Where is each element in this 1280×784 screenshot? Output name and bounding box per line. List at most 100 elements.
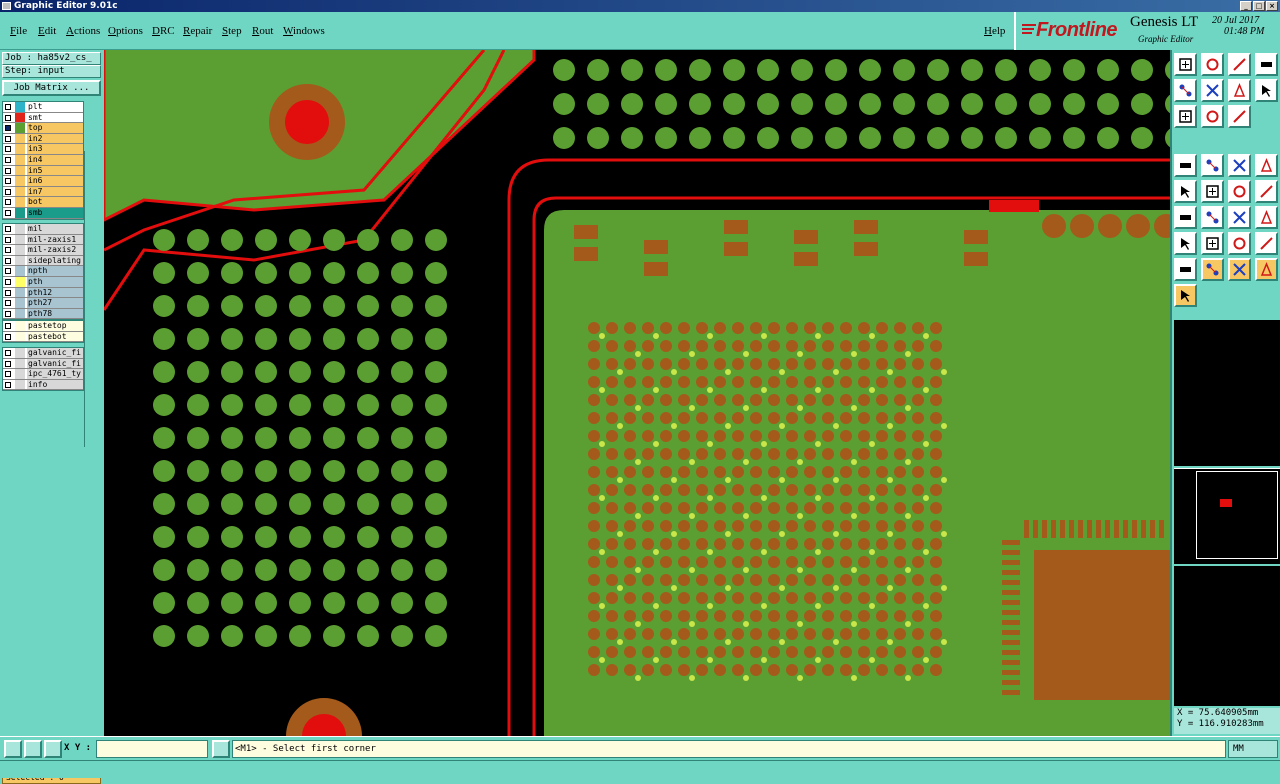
menu-step[interactable]: Step <box>222 25 242 37</box>
grid-icon[interactable] <box>1228 105 1251 128</box>
layer-row-galvanic_fi[interactable]: galvanic_fi <box>3 348 83 359</box>
pause-icon[interactable] <box>212 740 230 758</box>
layer-checkbox[interactable] <box>5 188 11 195</box>
layer-row-galvanic_fi[interactable]: galvanic_fi <box>3 358 83 370</box>
sel-icon[interactable] <box>1201 232 1224 255</box>
maximize-button[interactable]: □ <box>1253 1 1265 11</box>
menu-drc[interactable]: DRC <box>152 25 175 37</box>
multi-icon[interactable] <box>1174 284 1197 307</box>
zoom-out-icon[interactable] <box>1201 53 1224 76</box>
layer-checkbox[interactable] <box>5 146 11 153</box>
arrow-sel-icon[interactable] <box>1228 258 1251 281</box>
layer-row-in4[interactable]: in4 <box>3 154 83 166</box>
layer-row-smt[interactable]: smt <box>3 112 83 124</box>
query-icon[interactable] <box>1174 105 1197 128</box>
layer-checkbox[interactable] <box>5 156 11 163</box>
menu-windows[interactable]: Windows <box>283 25 325 37</box>
pad-icon[interactable] <box>1255 154 1278 177</box>
layer-checkbox[interactable] <box>5 289 11 296</box>
layer-checkbox[interactable] <box>5 104 11 110</box>
layer-checkbox[interactable] <box>5 199 11 206</box>
layer-checkbox[interactable] <box>5 114 11 121</box>
close-button[interactable]: × <box>1266 1 1278 11</box>
layer-row-in6[interactable]: in6 <box>3 176 83 187</box>
layer-checkbox[interactable] <box>5 135 11 142</box>
hand-icon[interactable] <box>1255 258 1278 281</box>
tri3-icon[interactable] <box>1174 258 1197 281</box>
arrow-icon[interactable] <box>1201 258 1224 281</box>
measure-icon[interactable] <box>1201 105 1224 128</box>
add-icon[interactable] <box>1255 180 1278 203</box>
rotate-icon[interactable] <box>1228 206 1251 229</box>
menu-repair[interactable]: Repair <box>183 25 212 37</box>
overview-map[interactable] <box>1174 468 1280 564</box>
fit-icon[interactable] <box>1228 79 1251 102</box>
connect-icon[interactable] <box>1174 180 1197 203</box>
layer-checkbox[interactable] <box>5 300 11 307</box>
menu-actions[interactable]: Actions <box>66 25 100 37</box>
menu-file[interactable]: File <box>10 25 27 37</box>
pan-right-icon[interactable] <box>1174 79 1197 102</box>
layer-row-smb[interactable]: smb <box>3 207 83 219</box>
layer-row-in2[interactable]: in2 <box>3 133 83 145</box>
layer-checkbox[interactable] <box>5 236 11 243</box>
layer-checkbox[interactable] <box>5 167 11 174</box>
layer-row-info[interactable]: info <box>3 379 83 391</box>
layer-checkbox[interactable] <box>5 226 11 232</box>
tri-icon[interactable] <box>1228 232 1251 255</box>
layer-checkbox[interactable] <box>5 268 11 275</box>
layer-checkbox[interactable] <box>5 310 11 317</box>
layer-row-pth78[interactable]: pth78 <box>3 308 83 320</box>
layer-checkbox[interactable] <box>5 278 11 285</box>
text-icon[interactable] <box>1255 206 1278 229</box>
layer-row-plt[interactable]: plt <box>3 102 83 113</box>
zoom-in-icon[interactable] <box>1174 53 1197 76</box>
layer-row-top[interactable]: top <box>3 123 83 134</box>
menu-help[interactable]: Help <box>984 25 1005 37</box>
tri2-icon[interactable] <box>1255 232 1278 255</box>
layer-row-pastetop[interactable]: pastetop <box>3 321 83 332</box>
layer-checkbox[interactable] <box>5 381 11 388</box>
layer-scrollbar[interactable] <box>84 151 100 447</box>
home-icon[interactable] <box>1228 53 1251 76</box>
cross-icon[interactable] <box>1201 180 1224 203</box>
snap-icon[interactable] <box>1174 154 1197 177</box>
layer-row-pth27[interactable]: pth27 <box>3 298 83 309</box>
zoom-mode-icon[interactable] <box>44 740 62 758</box>
redraw-icon[interactable] <box>1201 79 1224 102</box>
menu-edit[interactable]: Edit <box>38 25 56 37</box>
pcb-canvas[interactable] <box>104 50 1170 736</box>
shape-icon[interactable] <box>1201 154 1224 177</box>
layer-checkbox[interactable] <box>5 125 11 132</box>
layer-row-pth[interactable]: pth <box>3 276 83 288</box>
layer-row-pastebot[interactable]: pastebot <box>3 331 83 343</box>
layer-row-mil-zaxis2[interactable]: mil-zaxis2 <box>3 245 83 256</box>
layer-checkbox[interactable] <box>5 371 11 378</box>
nets-icon[interactable] <box>1174 232 1197 255</box>
snap-mode-icon[interactable] <box>4 740 22 758</box>
xy-input[interactable] <box>96 740 208 758</box>
layer-row-mil[interactable]: mil <box>3 224 83 235</box>
layer-row-bot[interactable]: bot <box>3 197 83 208</box>
layer-row-ipc_4761_ty[interactable]: ipc_4761_ty <box>3 369 83 380</box>
layer-row-npth[interactable]: npth <box>3 266 83 277</box>
minimize-button[interactable]: _ <box>1240 1 1252 11</box>
layer-checkbox[interactable] <box>5 209 11 216</box>
layer-checkbox[interactable] <box>5 350 11 356</box>
layer-row-in3[interactable]: in3 <box>3 144 83 155</box>
layer-row-in7[interactable]: in7 <box>3 186 83 198</box>
layer-checkbox[interactable] <box>5 323 11 329</box>
layer-checkbox[interactable] <box>5 360 11 367</box>
line-icon[interactable] <box>1228 154 1251 177</box>
layer-row-mil-zaxis1[interactable]: mil-zaxis1 <box>3 234 83 246</box>
menu-rout[interactable]: Rout <box>252 25 273 37</box>
layer-checkbox[interactable] <box>5 178 11 185</box>
add-line-icon[interactable] <box>1174 206 1197 229</box>
move-icon[interactable] <box>1228 180 1251 203</box>
add-arc-icon[interactable] <box>1201 206 1224 229</box>
layer-checkbox[interactable] <box>5 257 11 264</box>
pan-left-icon[interactable] <box>1255 53 1278 76</box>
job-matrix-button[interactable]: Job Matrix ... <box>2 80 101 96</box>
layer-checkbox[interactable] <box>5 247 11 254</box>
layer-row-sideplating[interactable]: sideplating <box>3 255 83 267</box>
